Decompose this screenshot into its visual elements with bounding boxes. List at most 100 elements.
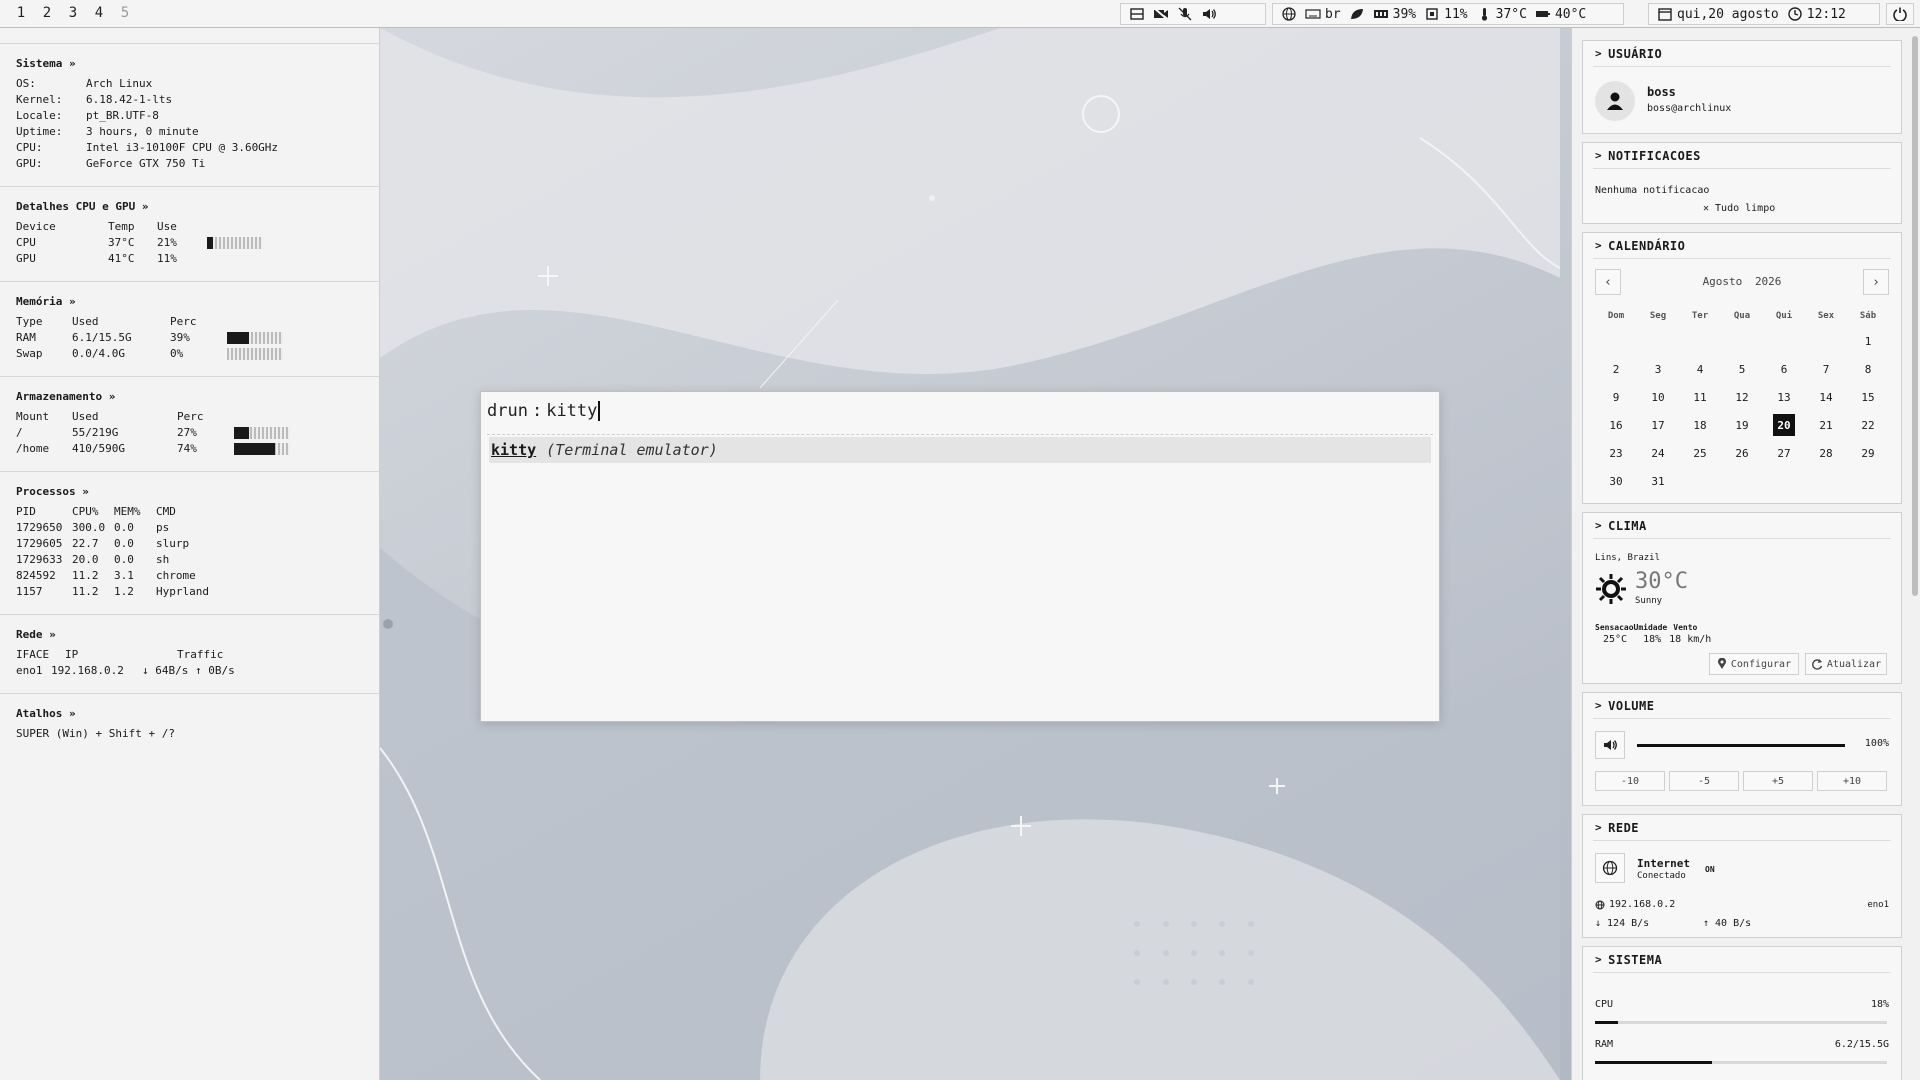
- calendar-day[interactable]: 10: [1637, 383, 1679, 411]
- calendar-day[interactable]: 29: [1847, 439, 1889, 467]
- microphone-muted-icon[interactable]: [1177, 7, 1193, 21]
- calendar-day-number: 10: [1651, 390, 1665, 404]
- refresh-weather-button[interactable]: Atualizar: [1805, 653, 1887, 675]
- memory-used: 0.0/4.0G: [72, 347, 125, 360]
- speaker-icon[interactable]: [1201, 7, 1217, 21]
- calendar-day[interactable]: 3: [1637, 355, 1679, 383]
- card-header[interactable]: > NOTIFICACOES: [1593, 143, 1891, 169]
- section-memoria-title[interactable]: Memória »: [16, 294, 363, 310]
- calendar-day[interactable]: 31: [1637, 467, 1679, 495]
- section-processos-title[interactable]: Processos »: [16, 484, 363, 500]
- calendar-day[interactable]: 25: [1679, 439, 1721, 467]
- calendar-day[interactable]: 30: [1595, 467, 1637, 495]
- calendar-day[interactable]: 18: [1679, 411, 1721, 439]
- calendar-day-number: 31: [1651, 474, 1665, 488]
- calendar-day[interactable]: 27: [1763, 439, 1805, 467]
- notifications-empty-text: Nenhuma notificacao: [1595, 185, 1710, 196]
- workspace-1[interactable]: 1: [8, 5, 34, 21]
- calendar-day[interactable]: 28: [1805, 439, 1847, 467]
- globe-icon[interactable]: [1281, 7, 1297, 21]
- launcher-result-item[interactable]: kitty (Terminal emulator): [489, 437, 1431, 463]
- window-layout-icon[interactable]: [1129, 7, 1145, 21]
- calendar-day[interactable]: 26: [1721, 439, 1763, 467]
- launcher-search-input[interactable]: drun : kitty: [487, 398, 1433, 424]
- volume-slider[interactable]: [1637, 744, 1845, 747]
- section-armazenamento-title[interactable]: Armazenamento »: [16, 389, 363, 405]
- section-cpu-gpu-title[interactable]: Detalhes CPU e GPU »: [16, 199, 363, 215]
- card-header[interactable]: > REDE: [1593, 815, 1891, 841]
- camera-off-icon[interactable]: [1153, 7, 1169, 21]
- section-atalhos-title[interactable]: Atalhos »: [16, 706, 363, 722]
- card-header[interactable]: > SISTEMA: [1593, 947, 1891, 973]
- launcher-divider: [487, 434, 1433, 435]
- workspace-4[interactable]: 4: [86, 5, 112, 21]
- time-indicator[interactable]: 12:12: [1787, 7, 1846, 22]
- launcher-prompt-separator: :: [531, 401, 543, 421]
- network-toggle-button[interactable]: [1595, 853, 1625, 883]
- process-mem: 0.0: [114, 537, 134, 550]
- weekday-header: Qui: [1775, 311, 1793, 321]
- calendar-day[interactable]: 6: [1763, 355, 1805, 383]
- gpu-temperature-indicator[interactable]: 40°C: [1535, 7, 1586, 22]
- card-title: NOTIFICACOES: [1608, 148, 1701, 163]
- feels-like-value: 25°C: [1603, 634, 1628, 645]
- card-header[interactable]: > VOLUME: [1593, 693, 1891, 719]
- calendar-day[interactable]: 11: [1679, 383, 1721, 411]
- calendar-day[interactable]: 9: [1595, 383, 1637, 411]
- section-rede-title[interactable]: Rede »: [16, 627, 363, 643]
- section-sistema-title[interactable]: Sistema »: [16, 56, 363, 72]
- calendar-day-today[interactable]: 20: [1763, 411, 1805, 439]
- volume-plus-10-button[interactable]: +10: [1817, 771, 1887, 791]
- clear-notifications-button[interactable]: ✕ Tudo limpo: [1703, 203, 1775, 214]
- keyboard-layout-indicator[interactable]: br: [1305, 7, 1341, 22]
- panel-scrollbar[interactable]: [1912, 36, 1918, 596]
- memory-indicator[interactable]: 39%: [1373, 7, 1416, 22]
- column-header: CPU%: [72, 505, 99, 518]
- calendar-day[interactable]: 5: [1721, 355, 1763, 383]
- card-volume: > VOLUME 100% -10 -5 +5 +10: [1582, 692, 1902, 806]
- cpu-indicator[interactable]: 11%: [1424, 7, 1468, 22]
- calendar-day[interactable]: 16: [1595, 411, 1637, 439]
- configure-weather-button[interactable]: Configurar: [1709, 653, 1799, 675]
- volume-plus-5-button[interactable]: +5: [1743, 771, 1813, 791]
- avatar[interactable]: [1595, 81, 1635, 121]
- workspace-2[interactable]: 2: [34, 5, 60, 21]
- calendar-day[interactable]: 19: [1721, 411, 1763, 439]
- workspace-3[interactable]: 3: [60, 5, 86, 21]
- globe-icon: [1595, 900, 1605, 909]
- column-header: Type: [16, 315, 43, 328]
- calendar-day[interactable]: 23: [1595, 439, 1637, 467]
- calendar-day[interactable]: 1: [1847, 327, 1889, 355]
- calendar-day[interactable]: 4: [1679, 355, 1721, 383]
- volume-minus-10-button[interactable]: -10: [1595, 771, 1665, 791]
- app-launcher: drun : kitty kitty (Terminal emulator): [480, 391, 1440, 722]
- clock-icon: [1787, 7, 1803, 21]
- date-indicator[interactable]: qui,20 agosto: [1657, 7, 1779, 22]
- calendar-day[interactable]: 15: [1847, 383, 1889, 411]
- workspace-5[interactable]: 5: [112, 5, 138, 21]
- calendar-day[interactable]: 8: [1847, 355, 1889, 383]
- section-armazenamento: Armazenamento » Mount Used Perc / 55/219…: [0, 377, 379, 472]
- process-cpu: 300.0: [72, 521, 106, 534]
- calendar-day[interactable]: 24: [1637, 439, 1679, 467]
- card-header[interactable]: > CALENDÁRIO: [1593, 233, 1891, 259]
- mute-toggle-button[interactable]: [1595, 731, 1625, 759]
- calendar-day[interactable]: 2: [1595, 355, 1637, 383]
- card-header[interactable]: > USUÁRIO: [1593, 41, 1891, 67]
- calendar-day[interactable]: 14: [1805, 383, 1847, 411]
- calendar-day[interactable]: 22: [1847, 411, 1889, 439]
- calendar-day[interactable]: 21: [1805, 411, 1847, 439]
- calendar-day[interactable]: 13: [1763, 383, 1805, 411]
- temperature-indicator[interactable]: 37°C: [1476, 7, 1527, 22]
- info-label: CPU:: [16, 141, 43, 154]
- calendar-day[interactable]: 17: [1637, 411, 1679, 439]
- leaf-icon[interactable]: [1349, 7, 1365, 21]
- card-header[interactable]: > CLIMA: [1593, 513, 1891, 539]
- column-header: IFACE: [16, 648, 50, 661]
- power-icon[interactable]: [1892, 7, 1908, 22]
- volume-minus-5-button[interactable]: -5: [1669, 771, 1739, 791]
- calendar-day[interactable]: 7: [1805, 355, 1847, 383]
- calendar-day-number: 1: [1864, 334, 1872, 348]
- next-month-button[interactable]: ›: [1863, 269, 1889, 295]
- calendar-day[interactable]: 12: [1721, 383, 1763, 411]
